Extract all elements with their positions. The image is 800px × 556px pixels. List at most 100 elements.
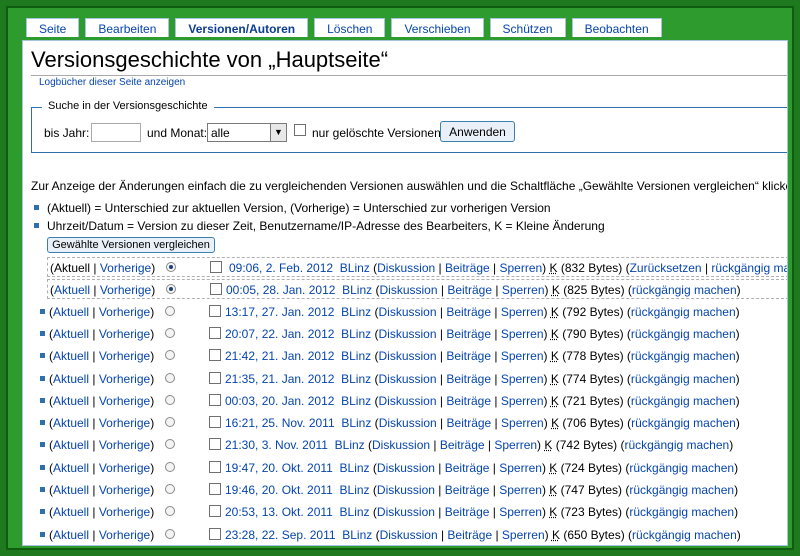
revision-checkbox[interactable] — [209, 505, 221, 517]
undo-link[interactable]: rückgängig machen — [631, 327, 736, 341]
undo-link[interactable]: rückgängig machen — [629, 461, 734, 475]
revision-checkbox[interactable] — [209, 394, 221, 406]
tab-move[interactable]: Verschieben — [391, 18, 484, 37]
previous-diff-link[interactable]: Vorherige — [99, 483, 150, 497]
user-contribs-link[interactable]: Beiträge — [446, 372, 491, 386]
previous-diff-link[interactable]: Vorherige — [99, 438, 150, 452]
user-talk-link[interactable]: Diskussion — [372, 438, 430, 452]
undo-link[interactable]: rückgängig machen — [629, 483, 734, 497]
revision-checkbox[interactable] — [210, 261, 222, 273]
revision-date-link[interactable]: 00:03, 20. Jan. 2012 — [225, 394, 334, 408]
tab-history[interactable]: Versionen/Autoren — [175, 18, 309, 37]
diff-radio[interactable] — [165, 306, 175, 316]
current-diff-link[interactable]: Aktuell — [53, 349, 89, 363]
current-diff-link[interactable]: Aktuell — [54, 283, 90, 297]
undo-link[interactable]: rückgängig machen — [624, 438, 729, 452]
current-diff-link[interactable]: Aktuell — [53, 528, 89, 542]
revision-checkbox[interactable] — [209, 305, 221, 317]
user-talk-link[interactable]: Diskussion — [379, 283, 437, 297]
user-talk-link[interactable]: Diskussion — [379, 416, 437, 430]
previous-diff-link[interactable]: Vorherige — [100, 283, 151, 297]
revision-checkbox[interactable] — [209, 438, 221, 450]
user-talk-link[interactable]: Diskussion — [380, 528, 438, 542]
user-contribs-link[interactable]: Beiträge — [447, 528, 492, 542]
user-contribs-link[interactable]: Beiträge — [447, 416, 492, 430]
revision-date-link[interactable]: 16:21, 25. Nov. 2011 — [225, 416, 335, 430]
revision-checkbox[interactable] — [209, 461, 221, 473]
user-block-link[interactable]: Sperren — [499, 505, 542, 519]
previous-diff-link[interactable]: Vorherige — [99, 461, 150, 475]
current-diff-link[interactable]: Aktuell — [53, 394, 89, 408]
revision-date-link[interactable]: 19:47, 20. Okt. 2011 — [225, 461, 333, 475]
revision-checkbox[interactable] — [209, 416, 221, 428]
user-contribs-link[interactable]: Beiträge — [446, 305, 491, 319]
revision-date-link[interactable]: 20:53, 13. Okt. 2011 — [225, 505, 333, 519]
user-talk-link[interactable]: Diskussion — [377, 483, 435, 497]
diff-radio[interactable] — [166, 262, 176, 272]
user-block-link[interactable]: Sperren — [502, 528, 545, 542]
previous-diff-link[interactable]: Vorherige — [99, 416, 150, 430]
undo-link[interactable]: rückgängig machen — [631, 305, 736, 319]
diff-radio[interactable] — [165, 395, 175, 405]
revision-user-link[interactable]: BLinz — [340, 483, 370, 497]
diff-radio[interactable] — [166, 284, 176, 294]
user-block-link[interactable]: Sperren — [501, 416, 544, 430]
current-diff-link[interactable]: Aktuell — [53, 483, 89, 497]
revision-date-link[interactable]: 00:05, 28. Jan. 2012 — [226, 283, 335, 297]
user-talk-link[interactable]: Diskussion — [378, 327, 436, 341]
tab-edit[interactable]: Bearbeiten — [85, 18, 170, 37]
tab-delete[interactable]: Löschen — [314, 18, 386, 37]
previous-diff-link[interactable]: Vorherige — [100, 261, 151, 275]
revision-user-link[interactable]: BLinz — [341, 372, 371, 386]
undo-link[interactable]: rückgängig machen — [631, 394, 736, 408]
revision-date-link[interactable]: 21:42, 21. Jan. 2012 — [225, 349, 334, 363]
user-contribs-link[interactable]: Beiträge — [445, 483, 490, 497]
previous-diff-link[interactable]: Vorherige — [99, 394, 150, 408]
apply-button[interactable]: Anwenden — [440, 121, 515, 142]
diff-radio[interactable] — [165, 328, 175, 338]
compare-versions-button[interactable]: Gewählte Versionen vergleichen — [47, 237, 215, 253]
current-diff-link[interactable]: Aktuell — [53, 461, 89, 475]
user-contribs-link[interactable]: Beiträge — [446, 349, 491, 363]
revision-checkbox[interactable] — [210, 283, 222, 295]
undo-link[interactable]: rückgängig machen — [631, 416, 736, 430]
revision-checkbox[interactable] — [209, 327, 221, 339]
revision-user-link[interactable]: BLinz — [335, 438, 365, 452]
diff-radio[interactable] — [165, 462, 175, 472]
chevron-down-icon[interactable]: ▼ — [270, 124, 286, 141]
previous-diff-link[interactable]: Vorherige — [99, 349, 150, 363]
user-contribs-link[interactable]: Beiträge — [445, 505, 490, 519]
revision-user-link[interactable]: BLinz — [342, 528, 372, 542]
user-talk-link[interactable]: Diskussion — [377, 261, 435, 275]
revision-date-link[interactable]: 19:46, 20. Okt. 2011 — [225, 483, 333, 497]
user-block-link[interactable]: Sperren — [501, 349, 544, 363]
current-diff-link[interactable]: Aktuell — [53, 305, 89, 319]
user-block-link[interactable]: Sperren — [499, 261, 542, 275]
current-diff-link[interactable]: Aktuell — [53, 372, 89, 386]
revision-user-link[interactable]: BLinz — [341, 327, 371, 341]
user-block-link[interactable]: Sperren — [502, 283, 545, 297]
user-talk-link[interactable]: Diskussion — [378, 372, 436, 386]
revision-date-link[interactable]: 20:07, 22. Jan. 2012 — [225, 327, 334, 341]
month-select[interactable]: alle ▼ — [207, 123, 287, 142]
user-talk-link[interactable]: Diskussion — [377, 461, 435, 475]
current-diff-link[interactable]: Aktuell — [53, 327, 89, 341]
deleted-only-checkbox[interactable] — [294, 124, 306, 136]
undo-link[interactable]: rückgängig machen — [711, 261, 787, 275]
revision-user-link[interactable]: BLinz — [341, 349, 371, 363]
rollback-link[interactable]: Zurücksetzen — [630, 261, 702, 275]
undo-link[interactable]: rückgängig machen — [631, 349, 736, 363]
revision-user-link[interactable]: BLinz — [342, 283, 372, 297]
user-block-link[interactable]: Sperren — [499, 461, 542, 475]
diff-radio[interactable] — [165, 350, 175, 360]
user-contribs-link[interactable]: Beiträge — [446, 327, 491, 341]
previous-diff-link[interactable]: Vorherige — [99, 505, 150, 519]
user-contribs-link[interactable]: Beiträge — [445, 461, 490, 475]
revision-date-link[interactable]: 21:30, 3. Nov. 2011 — [225, 438, 328, 452]
user-block-link[interactable]: Sperren — [501, 327, 544, 341]
diff-radio[interactable] — [165, 529, 175, 539]
diff-radio[interactable] — [165, 373, 175, 383]
previous-diff-link[interactable]: Vorherige — [99, 528, 150, 542]
revision-user-link[interactable]: BLinz — [341, 305, 371, 319]
revision-checkbox[interactable] — [209, 528, 221, 540]
